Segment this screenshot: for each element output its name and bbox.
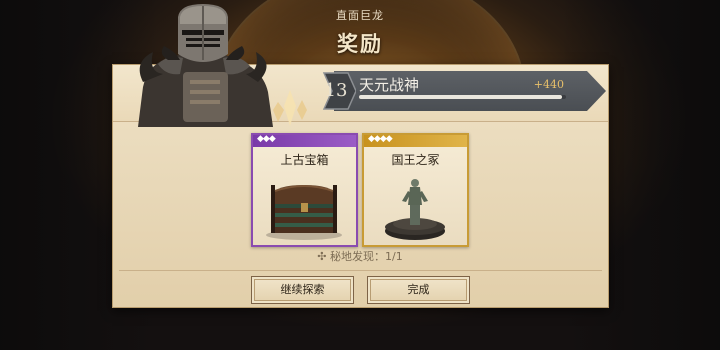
three-diamond-icon: ◆◆◆ <box>257 134 276 144</box>
reward-name: 国王之冢 <box>391 153 440 167</box>
rarity-header: ◆◆◆◆ <box>364 134 467 147</box>
page-title: 奖励 <box>337 32 383 56</box>
continue-explore-button[interactable]: 继续探索 <box>251 276 354 304</box>
kings-tomb-statue-icon <box>385 179 445 240</box>
rarity-header: ◆◆◆ <box>253 134 356 147</box>
reward-card-ancient-chest[interactable]: ◆◆◆ 上古宝箱 <box>251 133 358 247</box>
reward-card-kings-tomb[interactable]: ◆◆◆◆ 国王之冢 <box>362 133 469 247</box>
rank-name: 天元战神 <box>359 76 420 94</box>
panel-divider <box>119 270 602 271</box>
done-button[interactable]: 完成 <box>367 276 470 304</box>
event-subtitle: 直面巨龙 <box>336 9 384 22</box>
four-diamond-icon: ◆◆◆◆ <box>368 134 393 144</box>
xp-gain: +440 <box>533 78 564 91</box>
knight-portrait-icon <box>138 4 273 127</box>
xp-progress-bar <box>359 95 566 99</box>
secret-location-discovery: ✣ 秘地发现：1/1 <box>317 250 403 263</box>
crystal-sparkle-icon <box>273 90 307 126</box>
treasure-chest-icon <box>266 185 342 240</box>
xp-progress-fill <box>359 95 562 99</box>
level-number: 13 <box>324 80 348 101</box>
reward-name: 上古宝箱 <box>280 153 329 167</box>
rank-ribbon: 13 天元战神 +440 <box>316 71 606 111</box>
